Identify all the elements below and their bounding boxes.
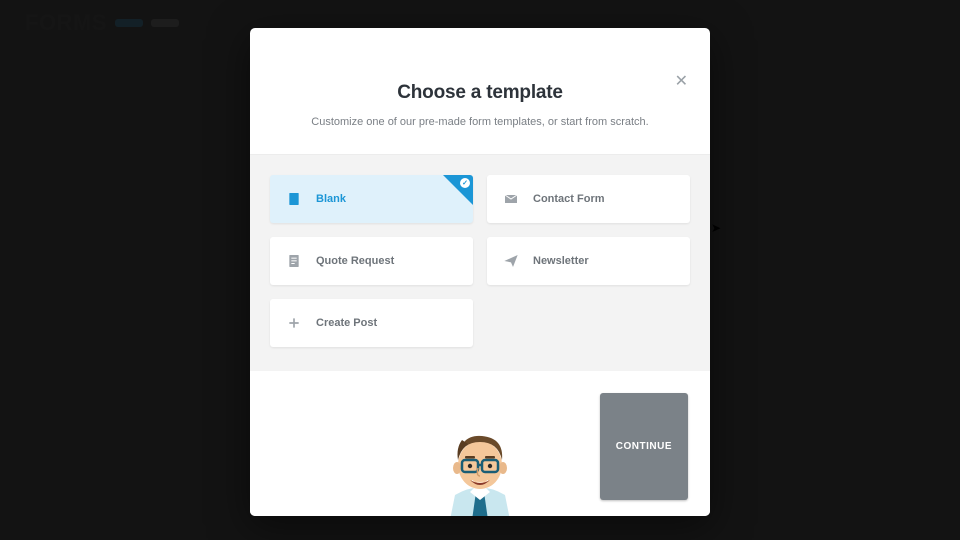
template-label: Quote Request — [316, 255, 394, 267]
plus-icon — [286, 315, 302, 331]
modal-footer: CONTINUE — [250, 371, 710, 516]
close-icon: ✕ — [675, 73, 688, 90]
template-card-blank[interactable]: ✓ Blank — [270, 175, 473, 223]
paper-plane-icon — [503, 253, 519, 269]
template-label: Blank — [316, 193, 346, 205]
document-icon — [286, 253, 302, 269]
continue-button[interactable]: CONTINUE — [600, 393, 688, 500]
selected-check-icon: ✓ — [460, 178, 470, 188]
modal-header: Choose a template Customize one of our p… — [250, 28, 710, 154]
envelope-icon — [503, 191, 519, 207]
template-card-quote[interactable]: Quote Request — [270, 237, 473, 285]
choose-template-modal: ✕ Choose a template Customize one of our… — [250, 28, 710, 516]
template-grid: ✓ Blank Contact Form Quote — [270, 175, 690, 347]
modal-subtitle: Customize one of our pre-made form templ… — [290, 116, 670, 128]
template-card-newsletter[interactable]: Newsletter — [487, 237, 690, 285]
template-grid-area: ✓ Blank Contact Form Quote — [250, 154, 710, 371]
template-label: Newsletter — [533, 255, 589, 267]
modal-title: Choose a template — [290, 82, 670, 104]
template-label: Create Post — [316, 317, 377, 329]
mascot-illustration — [420, 410, 540, 516]
template-card-create-post[interactable]: Create Post — [270, 299, 473, 347]
file-icon — [286, 191, 302, 207]
template-label: Contact Form — [533, 193, 605, 205]
modal-overlay: ✕ Choose a template Customize one of our… — [0, 0, 960, 540]
template-card-contact[interactable]: Contact Form — [487, 175, 690, 223]
close-button[interactable]: ✕ — [675, 74, 688, 90]
